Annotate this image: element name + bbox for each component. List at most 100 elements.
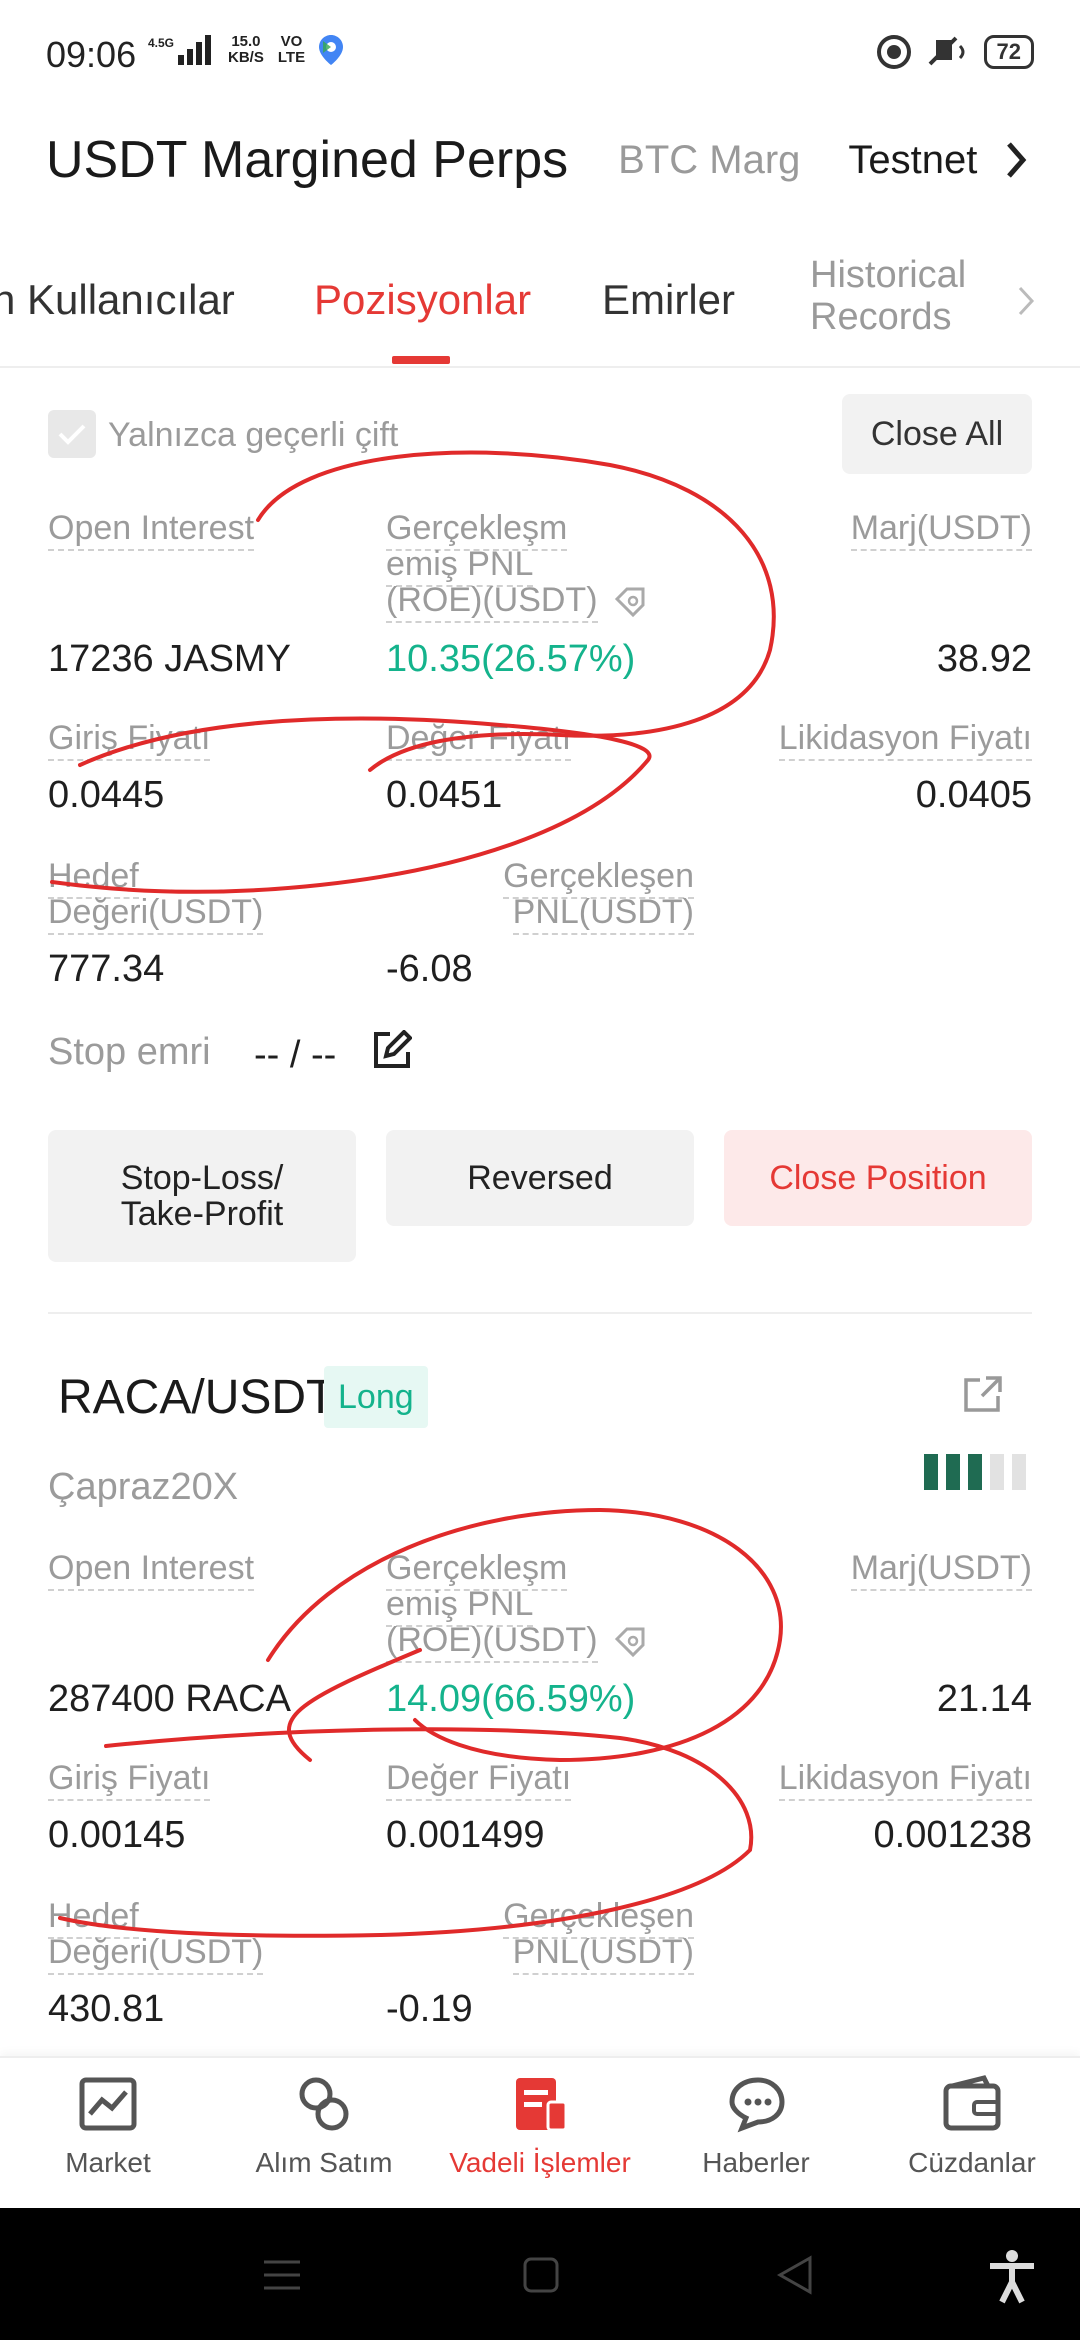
volte-indicator: VO LTE <box>278 34 305 66</box>
share-icon[interactable] <box>962 1374 1004 1414</box>
stop-order-value: -- / -- <box>254 1034 337 1076</box>
margin-value: 21.14 <box>936 1678 1032 1720</box>
network-type: 4.5G <box>148 36 175 50</box>
nav-label: Market <box>65 2147 151 2178</box>
mark-price-value: 0.001499 <box>386 1814 545 1856</box>
header-tab-btc-margined[interactable]: BTC Marg <box>618 138 800 183</box>
valid-pair-checkbox[interactable] <box>48 410 96 458</box>
label-entry-price: Giriş Fiyatı <box>48 719 211 761</box>
label-liq-price: Likidasyon Fiyatı <box>778 719 1032 761</box>
exchange-icon <box>299 2077 349 2131</box>
chevron-right-icon[interactable] <box>1016 284 1036 318</box>
label-liq-price: Likidasyon Fiyatı <box>778 1759 1032 1801</box>
network-status: 4.5G 15.0 KB/S VO LTE <box>148 34 344 66</box>
volte-top: VO <box>280 33 303 50</box>
label-mark-price: Değer Fiyatı <box>386 1759 572 1801</box>
sltp-line2: Take-Profit <box>120 1195 284 1233</box>
tab-orders[interactable]: Emirler <box>602 276 735 324</box>
label-margin: Marj(USDT) <box>850 1549 1032 1591</box>
divider <box>48 1312 1032 1314</box>
stop-order-label: Stop emri <box>48 1031 211 1073</box>
target-value: 777.34 <box>48 948 165 990</box>
tab-positions[interactable]: Pozisyonlar <box>314 276 531 324</box>
open-interest-value: 287400 RACA <box>48 1678 291 1720</box>
valid-pair-label: Yalnızca geçerli çift <box>108 416 399 454</box>
wallet-icon <box>943 2075 1001 2131</box>
tab-historical-records[interactable]: Historical Records <box>810 254 966 338</box>
tab-bar: n Kullanıcılar Pozisyonlar Emirler Histo… <box>0 248 1080 368</box>
risk-bar <box>968 1454 982 1490</box>
battery-indicator: 72 <box>983 35 1034 69</box>
location-pin-icon <box>319 35 344 65</box>
liq-price-value: 0.001238 <box>873 1814 1033 1856</box>
pair-name: RACA/USDT <box>58 1371 336 1424</box>
status-time: 09:06 <box>46 34 137 75</box>
nav-trade[interactable]: Alım Satım <box>216 2072 432 2179</box>
share-tag-icon[interactable] <box>613 1625 647 1659</box>
menu-icon[interactable] <box>262 2258 302 2292</box>
label-realized-pnl: Gerçekleşen PNL(USDT) <box>486 1897 694 1975</box>
risk-bar <box>990 1454 1004 1490</box>
home-icon[interactable] <box>522 2256 560 2294</box>
accessibility-icon[interactable] <box>984 2248 1040 2304</box>
page-title: USDT Margined Perps <box>46 131 569 189</box>
leverage-label: Çapraz20X <box>48 1466 239 1508</box>
nav-label: Alım Satım <box>255 2147 393 2178</box>
pnl-roe-value: 10.35(26.57%) <box>386 638 636 680</box>
speed-unit: KB/S <box>228 49 264 66</box>
label-realized-pnl: Gerçekleşen PNL(USDT) <box>486 857 694 935</box>
realized-pnl-value: -6.08 <box>386 948 473 990</box>
label-open-interest: Open Interest <box>48 509 255 551</box>
status-right: 72 <box>876 34 1034 70</box>
header-tab-testnet[interactable]: Testnet <box>848 138 977 183</box>
risk-bar <box>1012 1454 1026 1490</box>
side-badge: Long <box>324 1366 428 1428</box>
entry-price-value: 0.0445 <box>48 774 165 816</box>
label-entry-price: Giriş Fiyatı <box>48 1759 211 1801</box>
entry-price-value: 0.00145 <box>48 1814 186 1856</box>
close-all-button[interactable]: Close All <box>842 394 1032 474</box>
label-mark-price: Değer Fiyatı <box>386 719 572 761</box>
app-header: USDT Margined Perps BTC Marg Testnet <box>46 118 1066 202</box>
bottom-nav: Market Alım Satım Vadeli İşlemler Haberl… <box>0 2056 1080 2208</box>
active-tab-indicator <box>392 356 450 364</box>
label-unrealized-pnl: Gerçekleşm emiş PNL (ROE)(USDT) <box>386 1549 647 1663</box>
margin-value: 38.92 <box>936 638 1032 680</box>
risk-bar <box>924 1454 938 1490</box>
risk-level-indicator <box>924 1454 1026 1490</box>
mark-price-value: 0.0451 <box>386 774 503 816</box>
futures-doc-icon <box>516 2078 568 2132</box>
tab-users[interactable]: n Kullanıcılar <box>0 276 235 324</box>
label-target-value: Hedef Değeri(USDT) <box>48 857 264 935</box>
nav-futures[interactable]: Vadeli İşlemler <box>432 2072 648 2179</box>
label-margin: Marj(USDT) <box>850 509 1032 551</box>
reversed-button[interactable]: Reversed <box>386 1130 694 1226</box>
share-tag-icon[interactable] <box>613 585 647 619</box>
pnl-roe-value: 14.09(66.59%) <box>386 1678 636 1720</box>
nav-news[interactable]: Haberler <box>648 2072 864 2179</box>
label-open-interest: Open Interest <box>48 1549 255 1591</box>
nav-label: Haberler <box>702 2147 810 2178</box>
liq-price-value: 0.0405 <box>915 774 1032 816</box>
label-unrealized-pnl: Gerçekleşm emiş PNL (ROE)(USDT) <box>386 509 647 623</box>
tab-historical-line2: Records <box>810 296 952 338</box>
open-interest-value: 17236 JASMY <box>48 638 291 680</box>
nav-market[interactable]: Market <box>0 2072 216 2179</box>
nav-wallets[interactable]: Cüzdanlar <box>864 2072 1080 2179</box>
chart-icon <box>79 2077 137 2131</box>
stop-loss-take-profit-button[interactable]: Stop-Loss/ Take-Profit <box>48 1130 356 1262</box>
chat-bubbles-icon <box>729 2077 785 2133</box>
chevron-right-icon[interactable] <box>1005 140 1029 180</box>
nav-label: Vadeli İşlemler <box>449 2147 631 2178</box>
back-icon[interactable] <box>776 2254 814 2296</box>
label-target-value: Hedef Değeri(USDT) <box>48 1897 264 1975</box>
status-bar: 09:06 4.5G 15.0 KB/S VO LTE 72 <box>0 0 1080 110</box>
mute-icon <box>928 36 965 66</box>
system-navigation-bar <box>0 2208 1080 2340</box>
data-speed: 15.0 KB/S <box>228 34 264 66</box>
tab-historical-line1: Historical <box>810 254 967 296</box>
close-position-button[interactable]: Close Position <box>724 1130 1032 1226</box>
edit-icon[interactable] <box>372 1030 412 1070</box>
signal-icon: 4.5G <box>148 35 214 65</box>
checkmark-icon <box>58 424 86 445</box>
